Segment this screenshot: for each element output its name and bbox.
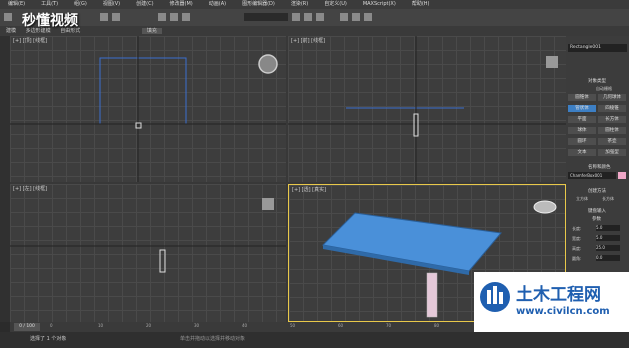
top-view-geometry [10,36,286,182]
render-setup-icon[interactable] [352,13,360,21]
mirror-icon[interactable] [292,13,300,21]
object-button[interactable]: 圆柱体 [598,127,626,134]
rotate-icon[interactable] [170,13,178,21]
object-name-field[interactable]: Rectangle001 [568,44,627,52]
undo-icon[interactable] [4,13,12,21]
name-field[interactable]: ChamferBox001 [568,172,616,179]
viewcube-icon[interactable] [546,56,558,68]
left-tool-strip [0,36,10,322]
menu-create[interactable]: 创建(C) [128,0,161,9]
param-label: 宽度: [572,236,582,241]
autogrid-checkbox[interactable]: 自动栅格 [596,86,612,92]
material-editor-icon[interactable] [340,13,348,21]
watermark-logo-icon [480,282,510,312]
menu-bar: 编辑(E) 工具(T) 组(G) 视图(V) 创建(C) 修改器(M) 动画(A… [0,0,629,9]
object-button[interactable]: 长方体 [598,116,626,123]
color-swatch[interactable] [618,172,626,179]
table-leg-3d [426,272,438,318]
timeline-tick-label: 50 [290,323,296,328]
menu-help[interactable]: 帮助(H) [404,0,438,9]
viewcube-icon[interactable] [262,198,274,210]
timeline-tick-label: 40 [242,323,248,328]
menu-animation[interactable]: 动画(A) [201,0,234,9]
front-view-geometry [288,36,566,182]
object-button[interactable]: 平面 [568,116,596,123]
object-button[interactable]: 加强型 [598,149,626,156]
status-hint: 单击并拖动以选择并移动对象 [180,336,246,342]
align-icon[interactable] [304,13,312,21]
timeline-tick-label: 10 [98,323,104,328]
menu-graph-editors[interactable]: 图形编辑器(D) [234,0,283,9]
viewport-left[interactable]: [+] [左] [线框] [10,184,286,322]
section-name-color[interactable]: 名称和颜色 [588,164,611,170]
object-button[interactable]: 圆环 [568,138,596,145]
time-slider[interactable]: 0 / 100 [14,323,40,331]
ribbon-bar: 建模 多边形建模 自由形式 填充 [0,26,629,36]
menu-maxscript[interactable]: MAXScript(X) [355,0,404,9]
viewport-front[interactable]: [+] [前] [线框] [288,36,566,182]
video-logo: 秒懂视频 [22,13,78,29]
object-button[interactable]: 茶壶 [598,138,626,145]
named-selection-dropdown[interactable] [244,13,288,21]
param-height-input[interactable]: 25.0 [596,245,620,251]
status-bar: 选择了 1 个对象 单击并拖动以选择并移动对象 [0,332,629,348]
left-view-geometry [10,198,286,273]
creation-radio-box[interactable]: 长方体 [602,196,614,202]
menu-rendering[interactable]: 渲染(R) [283,0,316,9]
watermark-url: www.civilcn.com [516,306,610,317]
timeline-tick-label: 0 [50,323,53,328]
timeline-tick-label: 80 [434,323,440,328]
timeline-tick-label: 20 [146,323,152,328]
viewcube-icon[interactable] [533,200,557,214]
menu-edit[interactable]: 编辑(E) [0,0,33,9]
timeline-tick-label: 60 [338,323,344,328]
section-keyboard-entry[interactable]: 键盘输入 [588,208,606,214]
select-region-icon[interactable] [112,13,120,21]
viewport-top[interactable]: [+] [顶] [线框] [10,36,286,182]
scale-icon[interactable] [182,13,190,21]
creation-radio-cube[interactable]: 立方体 [576,196,588,202]
menu-modifiers[interactable]: 修改器(M) [162,0,201,9]
watermark-brand: 土木工程网 [516,285,601,305]
render-icon[interactable] [364,13,372,21]
ribbon-populate-field[interactable]: 填充 [141,28,162,34]
move-icon[interactable] [158,13,166,21]
viewcube-icon[interactable] [258,54,278,74]
ribbon-modeling-tab[interactable]: 建模 [6,28,16,34]
status-selection: 选择了 1 个对象 [30,336,67,342]
layer-icon[interactable] [316,13,324,21]
watermark: 土木工程网 www.civilcn.com [474,272,629,332]
param-fillet-input[interactable]: 0.0 [596,255,620,261]
object-button[interactable]: 四棱锥 [598,105,626,112]
section-object-type[interactable]: 对象类型 [588,78,606,84]
leg-left [159,249,166,273]
section-creation-method[interactable]: 创建方法 [588,188,606,194]
menu-views[interactable]: 视图(V) [95,0,128,9]
param-label: 长度: [572,226,582,231]
select-icon[interactable] [100,13,108,21]
menu-group[interactable]: 组(G) [66,0,95,9]
timeline-tick-label: 70 [386,323,392,328]
main-toolbar [0,9,629,26]
param-width-input[interactable]: 5.0 [596,235,620,241]
object-button[interactable]: 几何球体 [598,94,626,101]
param-label: 圆角: [572,256,582,261]
toolbar-icons [4,13,372,21]
section-parameters[interactable]: 参数 [592,216,601,222]
menu-customize[interactable]: 自定义(U) [316,0,355,9]
param-label: 高度: [572,246,582,251]
timeline-tick-label: 30 [194,323,200,328]
param-length-input[interactable]: 5.0 [596,225,620,231]
object-button[interactable]: 球体 [568,127,596,134]
object-button[interactable]: 文本 [568,149,596,156]
object-button[interactable]: 圆锥体 [568,94,596,101]
table-outline-top [99,57,187,125]
object-button[interactable]: 管状体 [568,105,596,112]
menu-tools[interactable]: 工具(T) [33,0,66,9]
